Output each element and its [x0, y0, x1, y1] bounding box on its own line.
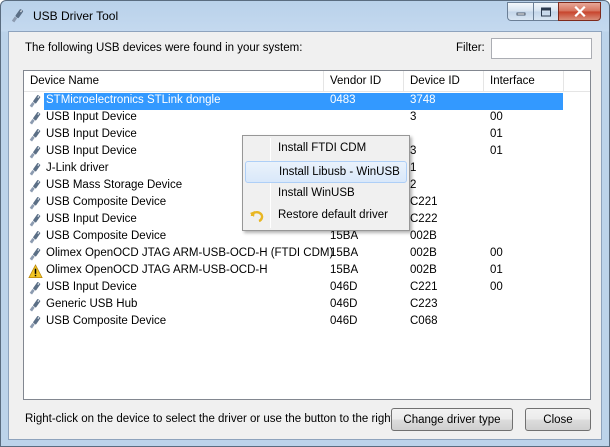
device-id-cell: 002B: [410, 247, 437, 259]
device-row[interactable]: USB Input Device 3 00: [24, 110, 590, 127]
vendor-id-cell: 15BA: [330, 247, 359, 259]
caption-buttons: [507, 2, 601, 21]
device-row[interactable]: STMicroelectronics STLink dongle 0483 3748: [24, 93, 590, 110]
close-icon: [573, 6, 586, 17]
menu-item-label: Install WinUSB: [278, 187, 355, 199]
column-header-vendor-id[interactable]: Vendor ID: [324, 71, 404, 92]
vendor-id-cell: 046D: [330, 315, 358, 327]
interface-cell: 00: [490, 281, 503, 293]
list-header: Device Name Vendor ID Device ID Interfac…: [24, 71, 590, 92]
vendor-id-cell: 15BA: [330, 230, 359, 242]
usb-plug-icon: [28, 315, 43, 330]
device-name-cell: USB Input Device: [46, 213, 137, 225]
filter-label: Filter:: [456, 42, 485, 54]
interface-cell: 01: [490, 264, 503, 276]
device-id-cell: C221: [410, 196, 438, 208]
device-row[interactable]: USB Composite Device 046D C068: [24, 314, 590, 331]
usb-plug-icon: [28, 145, 43, 160]
usb-plug-icon: [28, 230, 43, 245]
column-header-device-name[interactable]: Device Name: [24, 71, 324, 92]
change-driver-type-button[interactable]: Change driver type: [391, 408, 513, 431]
device-name-cell: Olimex OpenOCD JTAG ARM-USB-OCD-H: [46, 264, 268, 276]
usb-plug-icon: [28, 298, 43, 313]
close-button[interactable]: Close: [525, 408, 591, 431]
menu-item-install-ftdi-cdm[interactable]: Install FTDI CDM: [245, 138, 407, 160]
device-name-cell: USB Composite Device: [46, 315, 167, 327]
device-id-cell: C068: [410, 315, 438, 327]
title-bar[interactable]: USB Driver Tool: [1, 1, 609, 31]
device-id-cell: C221: [410, 281, 438, 293]
device-name-cell: J-Link driver: [46, 162, 109, 174]
dialog-client-area: The following USB devices were found in …: [8, 31, 602, 440]
usb-plug-icon: [28, 94, 43, 109]
context-menu: Install FTDI CDM Install Libusb - WinUSB I…: [242, 135, 410, 231]
menu-item-label: Install FTDI CDM: [278, 142, 367, 154]
usb-plug-icon: [28, 247, 43, 262]
minimize-button[interactable]: [507, 2, 533, 21]
device-id-cell: 3: [410, 145, 417, 157]
interface-cell: 00: [490, 111, 503, 123]
undo-arrow-icon: [249, 208, 265, 224]
device-name-cell: USB Composite Device: [46, 230, 167, 242]
device-name-cell: USB Input Device: [46, 145, 137, 157]
menu-item-restore-default-driver[interactable]: Restore default driver: [245, 205, 407, 227]
device-name-cell: STMicroelectronics STLink dongle: [46, 94, 221, 106]
vendor-id-cell: 046D: [330, 298, 358, 310]
device-id-cell: 002B: [410, 264, 437, 276]
warning-icon: [28, 264, 43, 279]
menu-item-label: Restore default driver: [278, 209, 388, 221]
usb-plug-icon: [10, 8, 26, 24]
device-id-cell: 3: [410, 111, 417, 123]
device-id-cell: 002B: [410, 230, 437, 242]
usb-plug-icon: [28, 213, 43, 228]
maximize-button[interactable]: [533, 2, 558, 21]
device-row[interactable]: USB Input Device 046D C221 00: [24, 280, 590, 297]
menu-item-install-libusb-winusb[interactable]: Install Libusb - WinUSB: [245, 161, 407, 183]
device-id-cell: C223: [410, 298, 438, 310]
interface-cell: 01: [490, 128, 503, 140]
device-name-cell: Generic USB Hub: [46, 298, 138, 310]
interface-cell: 00: [490, 247, 503, 259]
usb-plug-icon: [28, 281, 43, 296]
usb-plug-icon: [28, 196, 43, 211]
device-id-cell: 2: [410, 179, 417, 191]
main-window: USB Driver Tool The following USB device…: [0, 0, 610, 447]
device-id-cell: 3748: [410, 94, 436, 106]
menu-item-label: Install Libusb - WinUSB: [279, 166, 400, 178]
maximize-icon: [541, 7, 551, 16]
usb-plug-icon: [28, 162, 43, 177]
device-row[interactable]: USB Composite Device 15BA 002B: [24, 229, 590, 246]
device-row[interactable]: Olimex OpenOCD JTAG ARM-USB-OCD-H (FTDI …: [24, 246, 590, 263]
usb-plug-icon: [28, 179, 43, 194]
vendor-id-cell: 15BA: [330, 264, 359, 276]
device-name-cell: USB Composite Device: [46, 196, 167, 208]
intro-text: The following USB devices were found in …: [25, 42, 303, 54]
column-header-interface[interactable]: Interface: [484, 71, 564, 92]
device-name-cell: USB Input Device: [46, 111, 137, 123]
device-name-cell: USB Mass Storage Device: [46, 179, 183, 191]
menu-item-install-winusb[interactable]: Install WinUSB: [245, 183, 407, 205]
vendor-id-cell: 046D: [330, 281, 358, 293]
interface-cell: 01: [490, 145, 503, 157]
device-id-cell: 1: [410, 162, 417, 174]
device-id-cell: C222: [410, 213, 438, 225]
vendor-id-cell: 0483: [330, 94, 356, 106]
device-name-cell: USB Input Device: [46, 128, 137, 140]
usb-plug-icon: [28, 128, 43, 143]
device-row[interactable]: Generic USB Hub 046D C223: [24, 297, 590, 314]
device-name-cell: Olimex OpenOCD JTAG ARM-USB-OCD-H (FTDI …: [46, 247, 334, 259]
filter-input[interactable]: [491, 38, 592, 59]
device-name-cell: USB Input Device: [46, 281, 137, 293]
window-title: USB Driver Tool: [33, 9, 119, 23]
close-window-button[interactable]: [558, 2, 601, 21]
status-text: Right-click on the device to select the …: [25, 413, 398, 425]
column-header-device-id[interactable]: Device ID: [404, 71, 484, 92]
usb-plug-icon: [28, 111, 43, 126]
minimize-icon: [516, 12, 525, 15]
device-row[interactable]: Olimex OpenOCD JTAG ARM-USB-OCD-H 15BA 002…: [24, 263, 590, 280]
device-list[interactable]: Device Name Vendor ID Device ID Interfac…: [23, 70, 591, 400]
